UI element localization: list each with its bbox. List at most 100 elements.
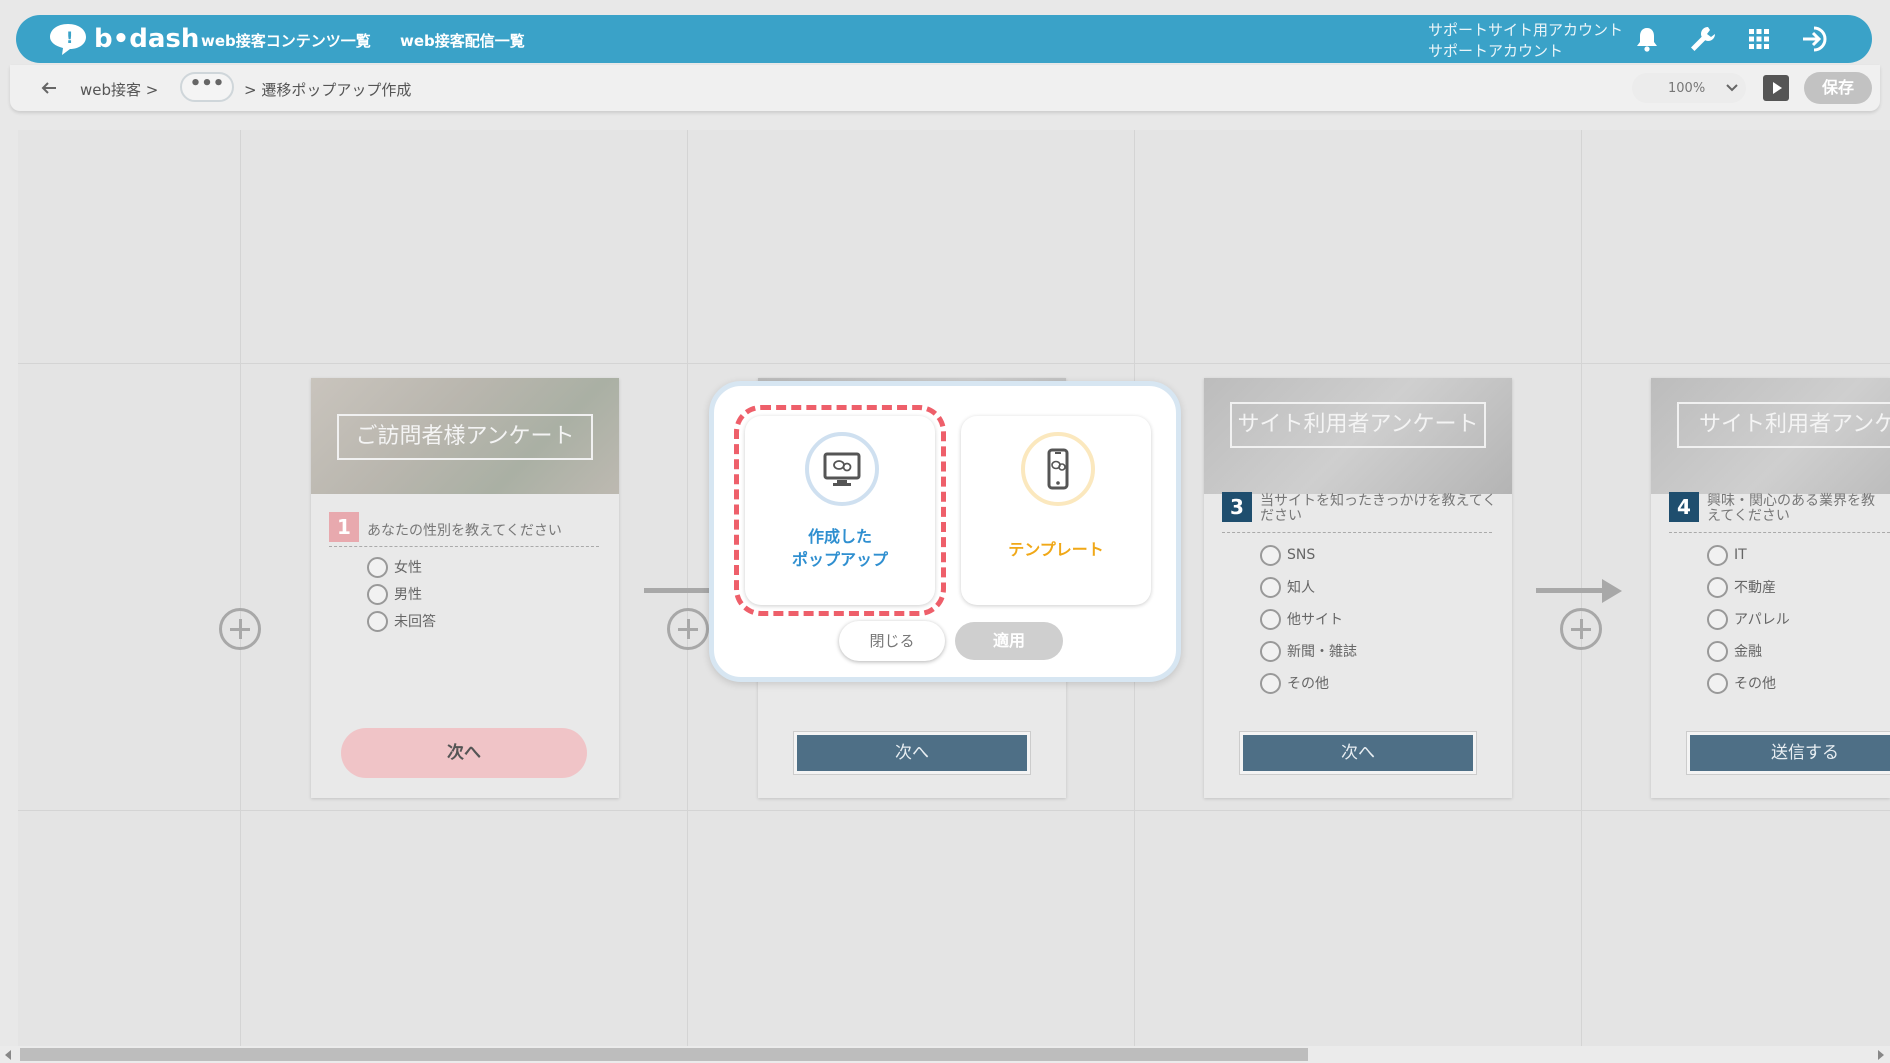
option-label: 他サイト bbox=[1287, 612, 1343, 628]
radio-option[interactable]: 他サイト bbox=[1260, 608, 1343, 630]
nav-delivery-list[interactable]: web接客配信一覧 bbox=[400, 30, 525, 51]
radio-button bbox=[1260, 608, 1281, 630]
scroll-right-icon[interactable] bbox=[1878, 1050, 1884, 1060]
zoom-select[interactable]: 100% bbox=[1632, 73, 1746, 103]
monitor-circle bbox=[805, 432, 879, 506]
radio-option[interactable]: SNS bbox=[1260, 544, 1315, 566]
radio-button bbox=[1707, 576, 1728, 598]
nav-content-list[interactable]: web接客コンテンツ一覧 bbox=[201, 30, 371, 51]
logo-text: b•dash bbox=[94, 24, 200, 54]
bell-icon[interactable] bbox=[1632, 25, 1662, 53]
chevron-down-icon bbox=[1726, 84, 1738, 92]
breadcrumb-bar: web接客 > ••• > 遷移ポップアップ作成 100% 保存 bbox=[10, 65, 1880, 111]
next-button[interactable]: 次へ bbox=[1240, 732, 1476, 774]
add-step-plus-icon[interactable] bbox=[1560, 608, 1602, 650]
top-bar: ! b•dash web接客コンテンツ一覧 web接客配信一覧 サポートサイト用… bbox=[16, 15, 1872, 63]
account-info[interactable]: サポートサイト用アカウント サポートアカウント bbox=[1428, 20, 1623, 62]
divider bbox=[1669, 532, 1890, 533]
app-logo[interactable]: ! b•dash bbox=[48, 20, 199, 58]
account-user-name: サポートアカウント bbox=[1428, 42, 1564, 60]
scrollbar-thumb[interactable] bbox=[20, 1048, 1308, 1061]
radio-option[interactable]: 不動産 bbox=[1707, 576, 1776, 598]
card-title: サイト利用者アンケート bbox=[1230, 402, 1486, 448]
question-text: 当サイトを知ったきっかけを教えてください bbox=[1260, 493, 1497, 524]
option-label: 新聞・雑誌 bbox=[1287, 644, 1357, 660]
next-button[interactable]: 次へ bbox=[341, 728, 587, 778]
close-button[interactable]: 閉じる bbox=[839, 621, 945, 661]
radio-option[interactable]: 未回答 bbox=[367, 610, 436, 632]
created-popup-label-line2: ポップアップ bbox=[791, 550, 888, 569]
breadcrumb-current: > 遷移ポップアップ作成 bbox=[244, 81, 412, 99]
flow-arrow-icon bbox=[1602, 579, 1622, 603]
flow-connector bbox=[1536, 588, 1606, 593]
radio-option[interactable]: 新聞・雑誌 bbox=[1260, 640, 1357, 662]
option-label: 不動産 bbox=[1734, 580, 1776, 596]
phone-circle bbox=[1021, 432, 1095, 506]
next-button[interactable]: 次へ bbox=[794, 732, 1030, 774]
grid-line bbox=[18, 363, 1890, 364]
radio-button bbox=[1707, 672, 1728, 694]
radio-button bbox=[1707, 544, 1728, 566]
radio-button bbox=[367, 583, 388, 605]
template-option[interactable]: テンプレート bbox=[961, 416, 1151, 605]
option-label: IT bbox=[1734, 547, 1747, 563]
question-text: 興味・関心のある業界を教えてください bbox=[1707, 493, 1875, 524]
question-number: 1 bbox=[329, 512, 359, 542]
grid-icon[interactable] bbox=[1744, 25, 1774, 53]
radio-option[interactable]: IT bbox=[1707, 544, 1747, 566]
card-title: ご訪問者様アンケート bbox=[337, 414, 593, 460]
zoom-value: 100% bbox=[1668, 81, 1706, 96]
question-text: あなたの性別を教えてください bbox=[367, 523, 562, 539]
template-label: テンプレート bbox=[1008, 540, 1104, 559]
radio-option[interactable]: 女性 bbox=[367, 556, 422, 578]
radio-button bbox=[367, 556, 388, 578]
card-hero-image: サイト利用者アンケート bbox=[1204, 378, 1512, 494]
question-number: 3 bbox=[1222, 492, 1252, 522]
created-popup-option[interactable]: 作成した ポップアップ bbox=[734, 405, 946, 616]
smartphone-icon bbox=[1047, 448, 1069, 490]
wrench-icon[interactable] bbox=[1688, 25, 1718, 53]
preview-button[interactable] bbox=[1763, 75, 1789, 101]
card-title: サイト利用者アンケート bbox=[1677, 402, 1890, 448]
radio-option[interactable]: 知人 bbox=[1260, 576, 1315, 598]
radio-button bbox=[1260, 544, 1281, 566]
monitor-icon bbox=[823, 452, 861, 486]
divider bbox=[1222, 532, 1492, 533]
option-label: 金融 bbox=[1734, 644, 1762, 660]
add-step-plus-icon[interactable] bbox=[219, 608, 261, 650]
popup-card-step3[interactable]: サイト利用者アンケート 3 当サイトを知ったきっかけを教えてください SNS 知… bbox=[1204, 378, 1512, 798]
option-label: 女性 bbox=[394, 560, 422, 576]
submit-button[interactable]: 送信する bbox=[1687, 732, 1890, 774]
back-arrow-icon[interactable] bbox=[38, 77, 60, 99]
card-hero-image: ご訪問者様アンケート bbox=[311, 378, 619, 494]
radio-button bbox=[1260, 640, 1281, 662]
option-label: 男性 bbox=[394, 587, 422, 603]
radio-button bbox=[1707, 608, 1728, 630]
apply-button[interactable]: 適用 bbox=[955, 622, 1063, 660]
grid-line bbox=[240, 130, 241, 1046]
grid-line bbox=[18, 810, 1890, 811]
horizontal-scrollbar[interactable] bbox=[0, 1046, 1890, 1063]
logout-icon[interactable] bbox=[1800, 25, 1830, 53]
radio-option[interactable]: 男性 bbox=[367, 583, 422, 605]
popup-card-step1[interactable]: ご訪問者様アンケート 1 あなたの性別を教えてください 女性 男性 未回答 次へ bbox=[311, 378, 619, 798]
radio-option[interactable]: 金融 bbox=[1707, 640, 1762, 662]
created-popup-label-line1: 作成した bbox=[807, 527, 872, 546]
card-hero-image: サイト利用者アンケート bbox=[1651, 378, 1890, 494]
radio-option[interactable]: その他 bbox=[1260, 672, 1329, 694]
popup-card-step4[interactable]: サイト利用者アンケート 4 興味・関心のある業界を教えてください IT 不動産 … bbox=[1651, 378, 1890, 798]
breadcrumb-more-button[interactable]: ••• bbox=[180, 72, 234, 102]
option-label: その他 bbox=[1287, 676, 1329, 692]
scroll-left-icon[interactable] bbox=[5, 1050, 11, 1060]
add-step-plus-icon[interactable] bbox=[667, 608, 709, 650]
option-label: アパレル bbox=[1734, 612, 1790, 628]
radio-option[interactable]: アパレル bbox=[1707, 608, 1790, 630]
radio-option[interactable]: その他 bbox=[1707, 672, 1776, 694]
svg-text:!: ! bbox=[66, 28, 73, 47]
radio-button bbox=[1260, 672, 1281, 694]
breadcrumb-root[interactable]: web接客 > bbox=[80, 79, 158, 100]
option-label: SNS bbox=[1287, 547, 1316, 563]
option-label: その他 bbox=[1734, 676, 1776, 692]
save-button[interactable]: 保存 bbox=[1804, 72, 1872, 104]
option-label: 知人 bbox=[1287, 580, 1315, 596]
